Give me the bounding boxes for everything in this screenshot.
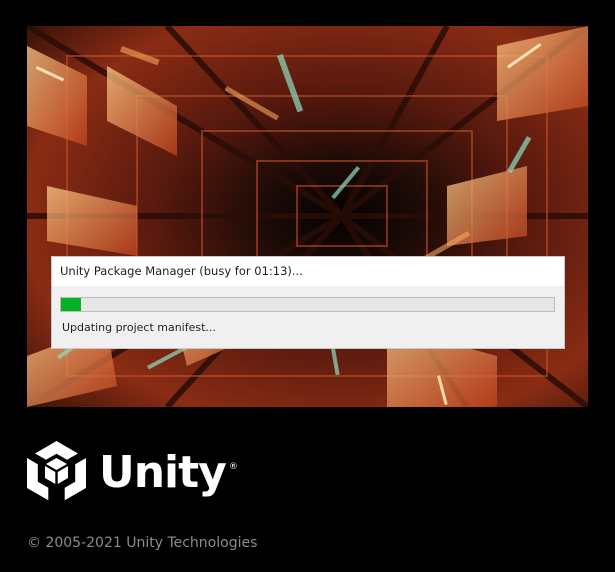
status-text: Updating project manifest... [62,321,216,334]
unity-wordmark-text: Unity [99,447,227,498]
unity-brand: Unity ® [27,441,238,505]
unity-cube-logo-icon [27,441,86,501]
copyright-notice: © 2005-2021 Unity Technologies [27,535,258,551]
splash-artwork [27,26,588,407]
dialog-title: Unity Package Manager (busy for 01:13)..… [52,257,564,286]
progress-bar [60,297,555,312]
progress-bar-fill [61,298,81,311]
package-manager-progress-dialog: Unity Package Manager (busy for 01:13)..… [52,257,564,348]
registered-trademark-mark: ® [228,462,238,472]
unity-wordmark: Unity ® [99,451,238,495]
